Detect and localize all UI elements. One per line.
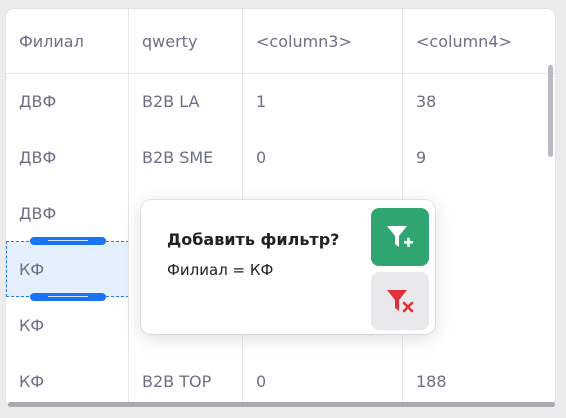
column-header-qwerty[interactable]: qwerty	[129, 9, 243, 73]
column-header-filial[interactable]: Филиал	[6, 9, 129, 73]
table-cell[interactable]: B2B SME	[129, 129, 243, 185]
filter-plus-icon	[387, 226, 413, 247]
table-cell[interactable]: ДВФ	[6, 129, 129, 185]
table-cell[interactable]: ДВФ	[6, 73, 129, 129]
table-widget: Филиал qwerty <column3> <column4> ДВФ B2…	[6, 9, 555, 406]
table-cell[interactable]: 38	[403, 73, 555, 129]
table-cell[interactable]: B2B LA	[129, 73, 243, 129]
add-filter-button[interactable]	[371, 208, 429, 266]
add-filter-popup: Добавить фильтр? Филиал = КФ	[141, 200, 435, 334]
table-row: КФ B2B TOP 0 188	[6, 353, 555, 406]
vertical-scrollbar[interactable]	[548, 65, 553, 157]
table-cell[interactable]: КФ	[6, 297, 129, 353]
table-cell[interactable]: 188	[403, 353, 555, 406]
table-cell[interactable]: 0	[243, 353, 403, 406]
filter-remove-icon	[387, 290, 414, 313]
table-cell[interactable]: 9	[403, 129, 555, 185]
table-cell[interactable]: 1	[243, 73, 403, 129]
header-row: Филиал qwerty <column3> <column4>	[6, 9, 555, 74]
table-row: ДВФ B2B SME 0 9	[6, 129, 555, 185]
table-row: ДВФ B2B LA 1 38	[6, 73, 555, 129]
filter-expression: Филиал = КФ	[167, 261, 274, 279]
horizontal-scrollbar[interactable]	[8, 402, 555, 407]
remove-filter-button[interactable]	[371, 272, 429, 330]
table-cell[interactable]: 0	[243, 129, 403, 185]
selected-cell[interactable]: КФ	[6, 241, 129, 297]
table-cell[interactable]: ДВФ	[6, 185, 129, 241]
table-cell[interactable]: B2B TOP	[129, 353, 243, 406]
table-cell[interactable]: КФ	[6, 353, 129, 406]
popup-title: Добавить фильтр?	[167, 230, 340, 249]
column-header-column4[interactable]: <column4>	[403, 9, 555, 73]
column-header-column3[interactable]: <column3>	[243, 9, 403, 73]
